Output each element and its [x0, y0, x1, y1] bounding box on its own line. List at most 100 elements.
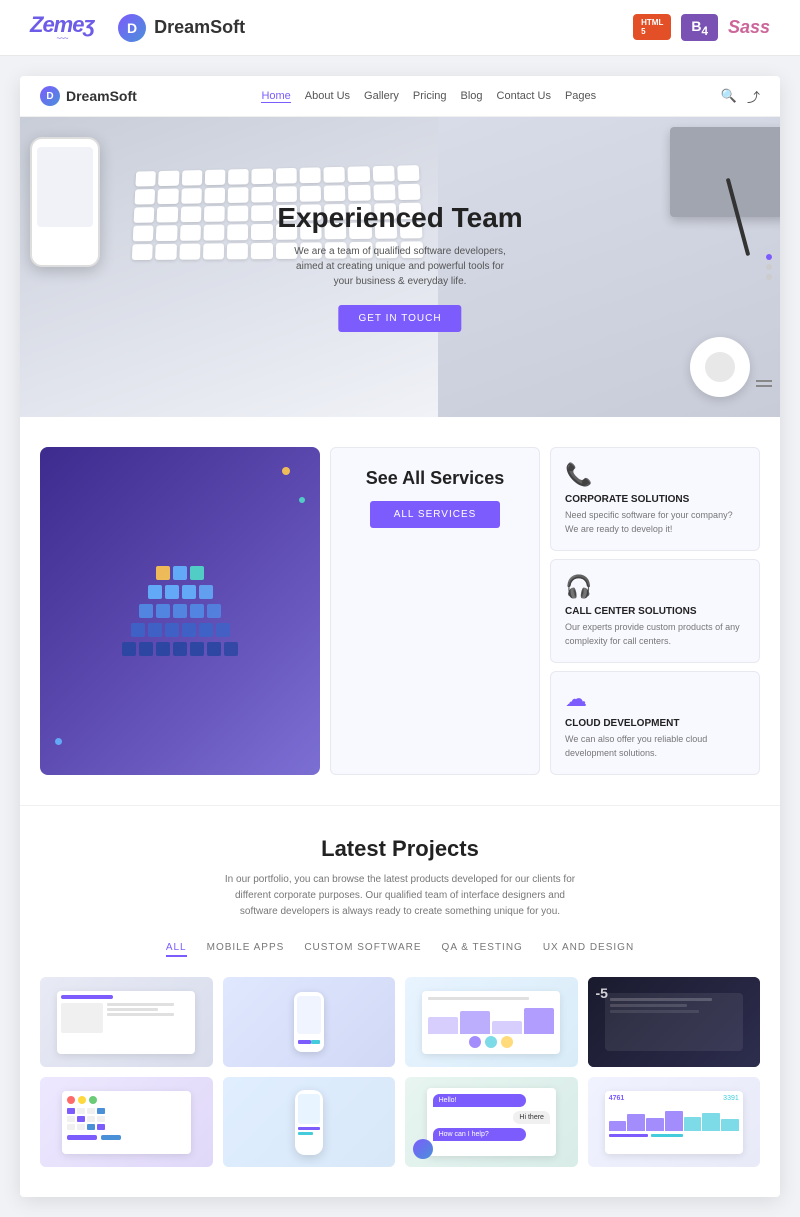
see-all-button[interactable]: ALL SERVICES — [370, 501, 501, 528]
key — [251, 205, 272, 221]
project-3-screen — [422, 991, 560, 1054]
msg-bubble-2: Hi there — [513, 1111, 550, 1124]
key — [203, 225, 224, 241]
project-8-screen: 4761 3391 — [605, 1091, 743, 1154]
filter-ux[interactable]: UX AND DESIGN — [543, 940, 634, 957]
dreamsoft-logo-top: D DreamSoft — [118, 14, 245, 42]
key — [155, 244, 176, 260]
key — [398, 184, 421, 200]
filter-custom[interactable]: CUSTOM SOFTWARE — [304, 940, 421, 957]
key — [227, 243, 248, 259]
html-badge: HTML 5 — [633, 14, 671, 40]
project-card-1[interactable] — [40, 977, 213, 1067]
key — [348, 185, 370, 201]
site-preview: D DreamSoft Home About Us Gallery Pricin… — [20, 76, 780, 1197]
project-card-3[interactable] — [405, 977, 578, 1067]
key — [134, 207, 155, 223]
side-line-2 — [756, 385, 772, 387]
tech-badges: HTML 5 B4 Sass — [633, 14, 770, 42]
cloud-desc: We can also offer you reliable cloud dev… — [565, 733, 745, 760]
share-icon[interactable]: ⤴ — [747, 87, 760, 106]
project-2-phone — [294, 992, 324, 1052]
hero-subtitle: We are a team of qualified software deve… — [290, 244, 510, 289]
projects-title: Latest Projects — [40, 836, 760, 862]
nav-contact[interactable]: Contact Us — [497, 90, 551, 102]
callcenter-icon: 🎧 — [565, 574, 745, 600]
hero-cta-button[interactable]: GET IN TOUCH — [338, 305, 461, 332]
proj-line — [107, 1013, 174, 1016]
side-lines — [756, 380, 772, 387]
nav-blog[interactable]: Blog — [461, 90, 483, 102]
key — [135, 171, 156, 186]
key — [228, 187, 249, 203]
project-7-messages: Hello! Hi there How can I help? — [427, 1088, 556, 1156]
project-card-5[interactable] — [40, 1077, 213, 1167]
key — [372, 166, 394, 182]
side-dot-3 — [766, 274, 772, 280]
key — [181, 170, 202, 186]
corporate-title: CORPORATE SOLUTIONS — [565, 494, 745, 505]
nav-gallery[interactable]: Gallery — [364, 90, 399, 102]
services-section: See All Services ALL SERVICES 📞 CORPORAT… — [20, 417, 780, 805]
project-1-screen — [57, 991, 195, 1054]
nav-brand[interactable]: D DreamSoft — [40, 86, 137, 106]
see-all-title: See All Services — [351, 468, 519, 489]
project-card-2[interactable] — [223, 977, 396, 1067]
project-1-inner — [40, 977, 213, 1067]
key — [180, 225, 201, 241]
services-illustration — [40, 447, 320, 775]
project-2-inner — [223, 977, 396, 1067]
project-7-inner: Hello! Hi there How can I help? — [405, 1077, 578, 1167]
navigation: D DreamSoft Home About Us Gallery Pricin… — [20, 76, 780, 117]
key — [251, 224, 272, 240]
nav-links: Home About Us Gallery Pricing Blog Conta… — [261, 90, 596, 103]
key — [181, 188, 202, 204]
projects-filter: ALL MOBILE APPS CUSTOM SOFTWARE QA & TES… — [40, 940, 760, 957]
key — [397, 165, 420, 181]
project-card-6[interactable] — [223, 1077, 396, 1167]
key — [252, 168, 273, 184]
side-line-1 — [756, 380, 772, 382]
bootstrap-badge: B4 — [681, 14, 718, 42]
key — [251, 243, 272, 259]
top-bar: Zemeʒ ~~~ D DreamSoft HTML 5 B4 Sass — [0, 0, 800, 56]
key — [299, 167, 320, 183]
key — [323, 167, 345, 183]
project-card-4[interactable]: -5 — [588, 977, 761, 1067]
hero-title: Experienced Team — [277, 202, 522, 234]
phone-mockup — [30, 137, 100, 267]
key — [133, 225, 154, 241]
see-all-services-box: See All Services ALL SERVICES — [330, 447, 540, 775]
key — [275, 168, 296, 184]
key — [132, 244, 153, 260]
notebook-mockup — [670, 127, 780, 217]
callcenter-title: CALL CENTER SOLUTIONS — [565, 606, 745, 617]
msg-bubble-1: Hello! — [433, 1094, 527, 1107]
project-card-8[interactable]: 4761 3391 — [588, 1077, 761, 1167]
nav-pages[interactable]: Pages — [565, 90, 596, 102]
key — [156, 225, 177, 241]
key — [179, 244, 200, 260]
project-5-calendar — [62, 1091, 191, 1154]
top-bar-logos: Zemeʒ ~~~ D DreamSoft — [30, 12, 245, 43]
projects-grid-row2: Hello! Hi there How can I help? 4761 339… — [40, 1077, 760, 1167]
service-card-corporate: 📞 CORPORATE SOLUTIONS Need specific soft… — [550, 447, 760, 551]
filter-mobile[interactable]: MOBILE APPS — [207, 940, 285, 957]
hero-section: for(let i=0;i<60;i++) document.write('<d… — [20, 117, 780, 417]
nav-home[interactable]: Home — [261, 90, 290, 103]
project-card-7[interactable]: Hello! Hi there How can I help? — [405, 1077, 578, 1167]
nav-pricing[interactable]: Pricing — [413, 90, 447, 102]
nav-about[interactable]: About Us — [305, 90, 350, 102]
proj-line — [107, 1008, 157, 1011]
nav-actions: 🔍 ⤴ — [721, 87, 760, 106]
key — [205, 170, 226, 186]
project-4-number: -5 — [596, 985, 608, 1001]
filter-all[interactable]: ALL — [166, 940, 187, 957]
project-4-inner: -5 — [588, 977, 761, 1067]
cloud-icon: ☁ — [565, 686, 745, 712]
filter-qa[interactable]: QA & TESTING — [442, 940, 523, 957]
search-icon[interactable]: 🔍 — [721, 88, 737, 104]
key — [300, 186, 321, 202]
service-cards-column: 📞 CORPORATE SOLUTIONS Need specific soft… — [550, 447, 760, 775]
key — [203, 243, 224, 259]
